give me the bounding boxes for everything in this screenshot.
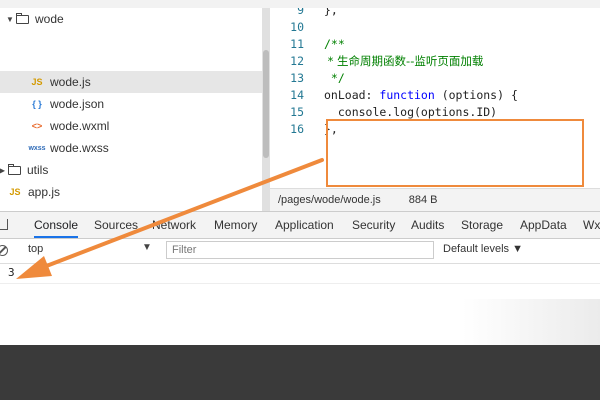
caption-strip <box>0 0 600 8</box>
ide-window: ▼ wode JS wode.js { } wode.json <> wode.… <box>0 8 600 345</box>
tab-appdata[interactable]: AppData <box>520 212 567 238</box>
highlight-annotation-box <box>326 119 584 187</box>
tab-sources[interactable]: Sources <box>94 212 138 238</box>
tab-storage[interactable]: Storage <box>461 212 503 238</box>
code-line: 13 */ <box>290 71 345 85</box>
dropdown-arrow-icon: ▼ <box>512 243 523 255</box>
code-line: 12 * 生命周期函数--监听页面加载 <box>290 54 484 68</box>
dropdown-arrow-icon[interactable]: ▼ <box>142 242 152 253</box>
chevron-down-icon: ▼ <box>6 14 14 24</box>
filter-input[interactable]: Filter <box>166 241 434 259</box>
tree-item-label: utils <box>27 163 49 177</box>
tree-item-wode-json[interactable]: { } wode.json <box>28 93 104 115</box>
tab-console[interactable]: Console <box>34 212 79 238</box>
tree-folder-utils[interactable]: ▶ utils <box>0 159 48 181</box>
tree-item-app-js[interactable]: JS app.js <box>6 181 60 203</box>
editor-status-bar: /pages/wode/wode.js 884 B <box>270 188 600 211</box>
log-levels-dropdown[interactable]: Default levels ▼ <box>443 243 523 255</box>
inspect-icon[interactable] <box>0 219 8 230</box>
code-line: 14 onLoad: function (options) { <box>290 88 518 102</box>
devtools-tab-bar: Console Sources Network Memory Applicati… <box>0 211 600 239</box>
tree-item-wode-wxss[interactable]: wxss wode.wxss <box>28 137 109 159</box>
tab-wx[interactable]: Wx <box>583 212 600 238</box>
wxss-file-icon: wxss <box>28 144 46 152</box>
file-size: 884 B <box>408 194 438 206</box>
console-log-value: 3 <box>8 266 15 279</box>
tree-scrollbar[interactable] <box>262 8 270 218</box>
tab-security[interactable]: Security <box>352 212 395 238</box>
file-tree: ▼ wode JS wode.js { } wode.json <> wode.… <box>0 8 262 218</box>
tree-item-wode-wxml[interactable]: <> wode.wxml <box>28 115 110 137</box>
tree-folder-wode[interactable]: ▼ wode <box>4 8 64 30</box>
tree-item-label: wode.wxss <box>50 141 109 155</box>
tree-item-label: wode.js <box>50 75 91 89</box>
clear-console-icon[interactable] <box>0 245 8 256</box>
tab-memory[interactable]: Memory <box>214 212 257 238</box>
folder-icon <box>16 12 29 24</box>
chevron-right-icon: ▶ <box>0 165 6 175</box>
js-file-icon: JS <box>31 77 43 87</box>
wxml-file-icon: <> <box>31 121 43 131</box>
js-file-icon: JS <box>9 187 21 197</box>
scrollbar-thumb[interactable] <box>263 50 269 158</box>
code-line: 9}, <box>297 8 338 17</box>
tree-item-label: wode.wxml <box>50 119 110 133</box>
tab-network[interactable]: Network <box>152 212 196 238</box>
tab-audits[interactable]: Audits <box>411 212 444 238</box>
tree-item-label: app.js <box>28 185 61 199</box>
tree-item-label: wode.json <box>50 97 105 111</box>
folder-icon <box>8 163 21 175</box>
tree-item-wode-js[interactable]: JS wode.js <box>0 71 262 93</box>
console-output-row: 3 <box>0 263 600 284</box>
tab-application[interactable]: Application <box>275 212 334 238</box>
code-line: 10 <box>290 20 304 34</box>
json-file-icon: { } <box>32 99 42 109</box>
watermark-fade <box>462 299 600 345</box>
context-selector[interactable]: top <box>28 243 43 255</box>
code-line: 11/** <box>290 37 345 51</box>
file-path: /pages/wode/wode.js <box>278 194 381 206</box>
console-toolbar: top ▼ Filter Default levels ▼ <box>0 239 600 264</box>
tree-item-label: wode <box>35 12 64 26</box>
